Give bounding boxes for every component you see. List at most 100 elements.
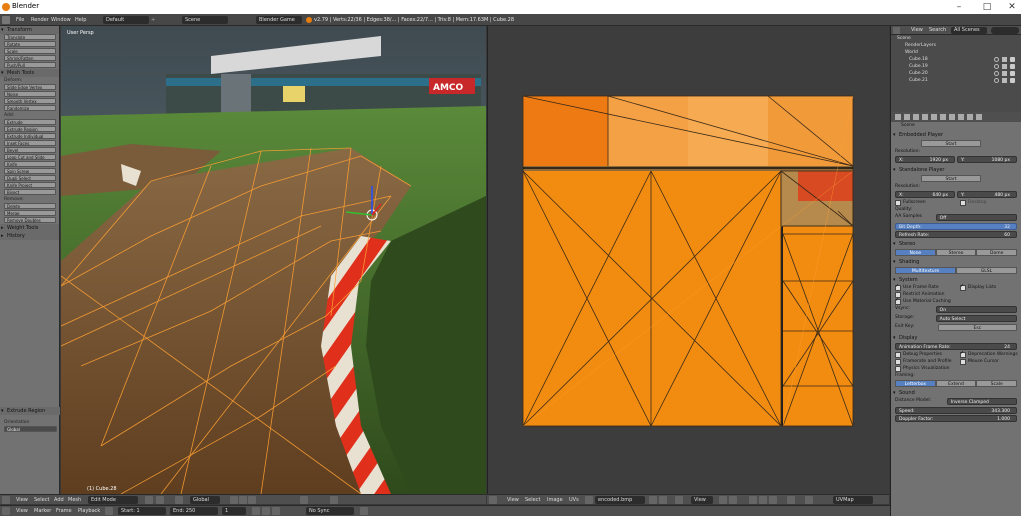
speed-field[interactable]: Speed: 343.300 <box>895 407 1017 414</box>
stereo-none-option[interactable]: None <box>895 249 936 256</box>
scene-select[interactable]: Scene <box>182 16 228 24</box>
timeline-view-menu[interactable]: View <box>16 507 28 515</box>
viewport-mesh-menu[interactable]: Mesh <box>68 496 81 504</box>
sync-select[interactable]: No Sync <box>306 507 354 515</box>
frame-start-field[interactable]: Start: 1 <box>118 507 166 515</box>
restrict-animation-checkbox[interactable]: Restrict Animation <box>891 291 1021 298</box>
modifier-tab-icon[interactable] <box>940 114 946 120</box>
outliner-search-input[interactable] <box>991 27 1019 34</box>
vsync-select[interactable]: On <box>935 306 1017 313</box>
dupli-select-button[interactable]: Dupli Select <box>4 175 56 181</box>
current-frame-field[interactable]: 1 <box>222 507 246 515</box>
shading-icon[interactable] <box>145 496 153 504</box>
spin-screw-button[interactable]: Spin Screw <box>4 168 56 174</box>
minimize-button[interactable]: – <box>952 1 966 13</box>
visibility-icon[interactable] <box>994 64 999 69</box>
3d-viewport[interactable]: AMCO User Persp (1) Cube.28 <box>61 26 486 494</box>
viewport-select-menu[interactable]: Select <box>34 496 49 504</box>
render-engine-select[interactable]: Blender Game <box>256 16 302 24</box>
image-new-icon[interactable] <box>649 496 657 504</box>
scene-tab-icon[interactable] <box>913 114 919 120</box>
physics-visualization-checkbox[interactable]: Physics Visualization <box>891 365 1021 372</box>
deprecation-warnings-checkbox[interactable]: Deprecation Warnings <box>956 350 1021 358</box>
uv-face-select-icon[interactable] <box>769 496 777 504</box>
timeline-marker-menu[interactable]: Marker <box>34 507 51 515</box>
loop-cut-button[interactable]: Loop Cut and Slide <box>4 154 56 160</box>
multitexture-option[interactable]: Multitexture <box>895 267 956 274</box>
knife-button[interactable]: Knife <box>4 161 56 167</box>
randomize-button[interactable]: Randomize <box>4 105 56 111</box>
screen-layout-select[interactable]: Default <box>103 16 149 24</box>
orientation-select[interactable]: Global <box>4 426 57 432</box>
scale-option[interactable]: Scale <box>976 380 1018 387</box>
outliner-editor-icon[interactable] <box>893 27 900 34</box>
extrude-region-button[interactable]: Extrude Region <box>4 126 56 132</box>
transform-panel-header[interactable]: Transform <box>0 26 59 34</box>
uv-image-menu[interactable]: Image <box>547 496 563 504</box>
translate-button[interactable]: Translate <box>4 34 56 40</box>
inset-faces-button[interactable]: Inset Faces <box>4 140 56 146</box>
image-unlink-icon[interactable] <box>659 496 667 504</box>
framerate-profile-checkbox[interactable]: Framerate and Profile <box>891 358 956 365</box>
editor-type-icon[interactable] <box>2 16 10 24</box>
uv-editor-type-icon[interactable] <box>489 496 497 504</box>
extrude-button[interactable]: Extrude <box>4 119 56 125</box>
manipulator-icon[interactable] <box>175 496 183 504</box>
uv-select-menu[interactable]: Select <box>525 496 540 504</box>
mesh-tools-panel-header[interactable]: Mesh Tools <box>0 69 59 77</box>
layers-tab-icon[interactable] <box>904 114 910 120</box>
desktop-checkbox[interactable]: Desktop <box>956 199 1021 206</box>
proportional-edit-icon[interactable] <box>300 496 308 504</box>
res2-y-field[interactable]: Y: 480 px <box>957 191 1017 198</box>
outliner-row-renderlayers[interactable]: RenderLayers <box>891 42 1021 49</box>
select-icon[interactable] <box>1002 57 1007 62</box>
shrink-fatten-button[interactable]: Shrink/Fatten <box>4 55 56 61</box>
stereo-stereo-option[interactable]: Stereo <box>935 249 977 256</box>
bisect-button[interactable]: Bisect <box>4 189 56 195</box>
close-button[interactable]: ✕ <box>1005 1 1019 13</box>
editor-type-icon[interactable] <box>2 496 10 504</box>
uv-snap-icon[interactable] <box>805 496 813 504</box>
glsl-option[interactable]: GLSL <box>956 267 1017 274</box>
uv-vertex-select-icon[interactable] <box>749 496 757 504</box>
storage-select[interactable]: Auto Select <box>935 315 1017 322</box>
render-tab-icon[interactable] <box>895 114 901 120</box>
mode-select[interactable]: Edit Mode <box>88 496 138 504</box>
render-icon[interactable] <box>1010 64 1015 69</box>
embedded-start-button[interactable]: Start <box>921 140 981 147</box>
snap-icon[interactable] <box>330 496 338 504</box>
play-reverse-icon[interactable] <box>252 507 260 515</box>
viewport-add-menu[interactable]: Add <box>54 496 64 504</box>
display-panel[interactable]: Display <box>891 334 1021 342</box>
remove-doubles-button[interactable]: Remove Doubles <box>4 217 56 223</box>
shading-panel[interactable]: Shading <box>891 258 1021 266</box>
physics-tab-icon[interactable] <box>976 114 982 120</box>
exit-key-button[interactable]: Esc <box>937 324 1017 331</box>
stereo-panel[interactable]: Stereo <box>891 240 1021 248</box>
animation-frame-rate-field[interactable]: Animation Frame Rate: 24 <box>895 343 1017 350</box>
rotate-button[interactable]: Rotate <box>4 41 56 47</box>
edge-select-icon[interactable] <box>239 496 247 504</box>
outliner-row-world[interactable]: World <box>891 49 1021 56</box>
select-icon[interactable] <box>1002 71 1007 76</box>
pin-icon[interactable] <box>675 496 683 504</box>
menu-help[interactable]: Help <box>75 16 86 24</box>
standalone-start-button[interactable]: Start <box>921 175 981 182</box>
letterbox-option[interactable]: Letterbox <box>895 380 936 387</box>
timeline-editor-icon[interactable] <box>2 507 10 515</box>
weight-tools-panel-header[interactable]: Weight Tools <box>0 224 59 232</box>
menu-file[interactable]: File <box>16 16 24 24</box>
outliner-search-menu[interactable]: Search <box>929 26 946 35</box>
fullscreen-checkbox[interactable]: Fullscreen <box>891 199 956 206</box>
outliner-row-object[interactable]: Cube.20 <box>891 70 1021 77</box>
uv-proportional-icon[interactable] <box>787 496 795 504</box>
embedded-player-panel[interactable]: Embedded Player <box>891 131 1021 139</box>
render-icon[interactable] <box>1010 71 1015 76</box>
record-icon[interactable] <box>105 507 113 515</box>
scale-button[interactable]: Scale <box>4 48 56 54</box>
display-lists-checkbox[interactable]: Display Lists <box>956 283 1021 291</box>
object-tab-icon[interactable] <box>931 114 937 120</box>
timeline-playback-menu[interactable]: Playback <box>78 507 100 515</box>
material-tab-icon[interactable] <box>958 114 964 120</box>
aa-samples-select[interactable]: Off <box>935 214 1017 221</box>
